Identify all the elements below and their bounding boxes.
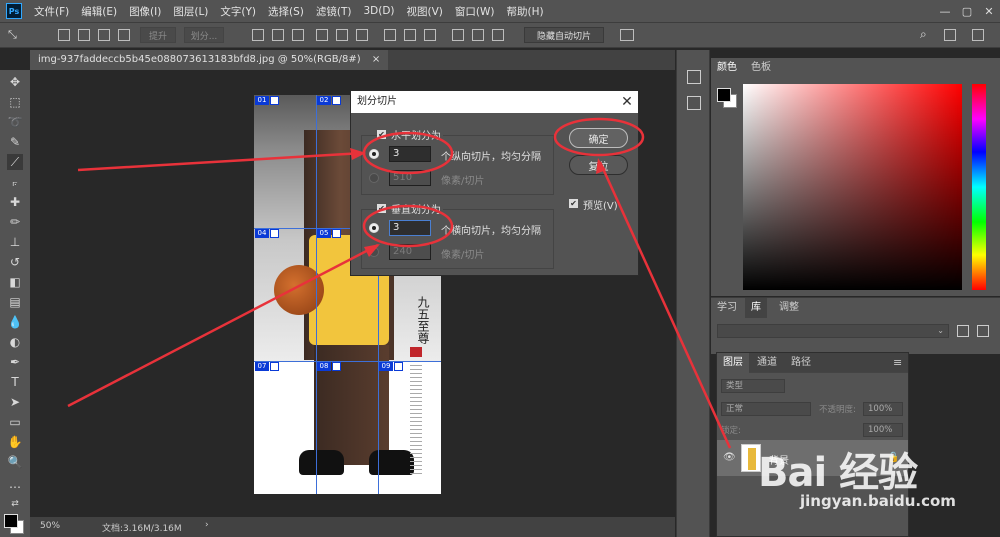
annotation-ellipse-vertical: [362, 204, 454, 248]
annotation-arrowhead-2: [364, 244, 380, 257]
annotation-arrow-3: [598, 161, 732, 449]
annotation-arrow-2: [67, 243, 379, 408]
annotation-overlay: [67, 117, 732, 449]
annotation-arrow-1: [77, 151, 364, 172]
annotation-ellipse-ok: [553, 117, 645, 157]
annotation-ellipse-horizontal: [362, 131, 454, 175]
